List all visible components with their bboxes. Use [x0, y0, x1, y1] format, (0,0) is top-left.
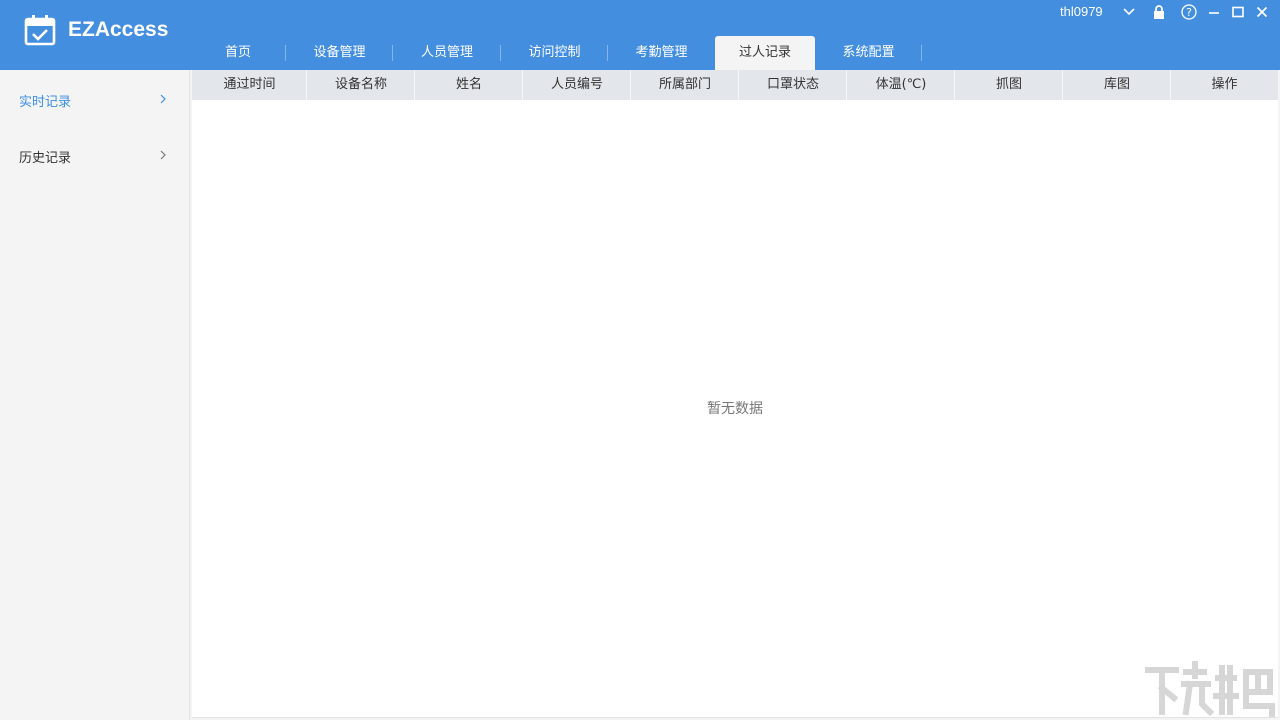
- column-header[interactable]: 体温(℃): [847, 70, 955, 100]
- sidebar-item-label: 历史记录: [19, 147, 71, 166]
- watermark-logo-icon: [1142, 660, 1278, 720]
- table-header: 通过时间 设备名称 姓名 人员编号 所属部门 口罩状态 体温(℃) 抓图 库图 …: [192, 70, 1278, 100]
- tab-label: 访问控制: [528, 45, 580, 60]
- column-header-label: 通过时间: [223, 77, 275, 92]
- column-header-label: 所属部门: [659, 77, 711, 92]
- tab-label: 考勤管理: [635, 45, 687, 60]
- tab-label: 设备管理: [313, 45, 365, 60]
- user-name[interactable]: thl0979: [1060, 4, 1103, 19]
- close-icon[interactable]: [1253, 3, 1271, 21]
- empty-state-text: 暂无数据: [192, 398, 1278, 418]
- chevron-right-icon: [158, 94, 168, 104]
- tab-pass-records[interactable]: 过人记录: [715, 36, 815, 70]
- sidebar-item-realtime-records[interactable]: 实时记录: [0, 80, 190, 120]
- calendar-check-icon: [24, 14, 56, 46]
- tab-device-management[interactable]: 设备管理: [286, 36, 393, 70]
- column-header[interactable]: 抓图: [955, 70, 1063, 100]
- column-header-label: 设备名称: [335, 77, 387, 92]
- sidebar-item-label: 实时记录: [19, 91, 71, 110]
- column-header-label: 抓图: [996, 77, 1022, 92]
- tab-label: 过人记录: [739, 45, 791, 60]
- sidebar: 实时记录 历史记录: [0, 70, 190, 720]
- minimize-icon[interactable]: [1205, 3, 1223, 21]
- lock-icon[interactable]: [1150, 3, 1168, 21]
- column-header[interactable]: 口罩状态: [739, 70, 847, 100]
- tab-personnel-management[interactable]: 人员管理: [393, 36, 501, 70]
- column-header[interactable]: 操作: [1171, 70, 1278, 100]
- tab-label: 人员管理: [421, 45, 473, 60]
- column-header-label: 体温(℃): [876, 77, 927, 92]
- top-bar: EZAccess 首页 设备管理 人员管理 访问控制 考勤管理 过人记录 系统配…: [0, 0, 1280, 70]
- column-header[interactable]: 姓名: [415, 70, 523, 100]
- column-header[interactable]: 库图: [1063, 70, 1171, 100]
- maximize-icon[interactable]: [1229, 3, 1247, 21]
- tab-home[interactable]: 首页: [190, 36, 286, 70]
- tab-label: 系统配置: [842, 45, 894, 60]
- app-title: EZAccess: [68, 18, 168, 42]
- tab-label: 首页: [225, 45, 251, 60]
- column-header[interactable]: 设备名称: [307, 70, 415, 100]
- tab-attendance-management[interactable]: 考勤管理: [608, 36, 715, 70]
- tab-access-control[interactable]: 访问控制: [501, 36, 608, 70]
- help-icon[interactable]: ?: [1180, 3, 1198, 21]
- column-header-label: 操作: [1211, 77, 1237, 92]
- main-tabs: 首页 设备管理 人员管理 访问控制 考勤管理 过人记录 系统配置: [190, 36, 922, 70]
- column-header-label: 人员编号: [551, 77, 603, 92]
- column-header[interactable]: 人员编号: [523, 70, 631, 100]
- column-header-label: 口罩状态: [767, 77, 819, 92]
- column-header[interactable]: 通过时间: [192, 70, 307, 100]
- sidebar-item-history-records[interactable]: 历史记录: [0, 136, 190, 176]
- column-header-label: 姓名: [456, 77, 482, 92]
- svg-text:?: ?: [1186, 6, 1192, 19]
- column-header[interactable]: 所属部门: [631, 70, 739, 100]
- chevron-right-icon: [158, 150, 168, 160]
- tab-system-config[interactable]: 系统配置: [815, 36, 922, 70]
- column-header-label: 库图: [1104, 77, 1130, 92]
- records-table: 通过时间 设备名称 姓名 人员编号 所属部门 口罩状态 体温(℃) 抓图 库图 …: [192, 70, 1278, 718]
- chevron-down-icon[interactable]: [1120, 3, 1138, 21]
